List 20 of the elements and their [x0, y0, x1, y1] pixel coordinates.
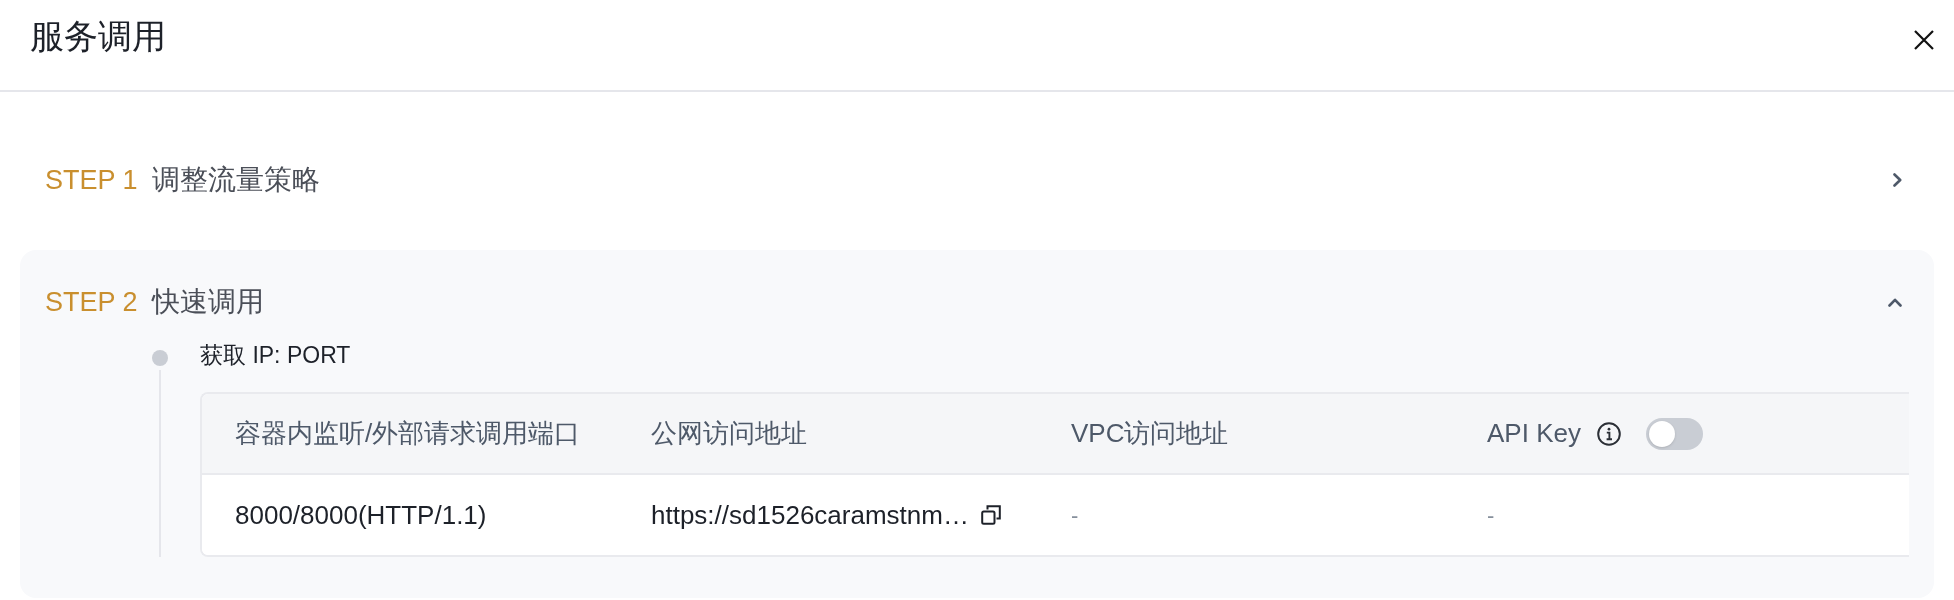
table-cell-text: -: [1071, 501, 1079, 530]
chevron-up-icon[interactable]: [1888, 297, 1902, 307]
api-key-toggle[interactable]: [1645, 417, 1703, 450]
column-header: 容器内监听/外部请求调用端口: [234, 417, 582, 450]
step-number: STEP 1: [45, 164, 138, 196]
close-icon[interactable]: [1914, 30, 1934, 50]
step-title: 调整流量策略: [151, 164, 320, 196]
step-title: 快速调用: [151, 286, 264, 318]
table-cell-text: 8000/8000(HTTP/1.1): [234, 498, 488, 532]
table-cell-text: -: [1487, 501, 1495, 530]
section-title: 获取 IP: PORT: [200, 341, 352, 370]
copy-icon[interactable]: [980, 505, 1001, 525]
step-number: STEP 2: [45, 286, 138, 318]
url-text: https://sd1526caramstnm…: [651, 498, 969, 532]
column-header: VPC访问地址: [1070, 417, 1230, 450]
chevron-right-icon[interactable]: [1893, 173, 1902, 187]
dialog-title: 服务调用: [30, 16, 166, 56]
column-header: API Key: [1487, 417, 1581, 450]
info-icon[interactable]: [1596, 421, 1621, 446]
column-header: 公网访问地址: [650, 417, 808, 450]
